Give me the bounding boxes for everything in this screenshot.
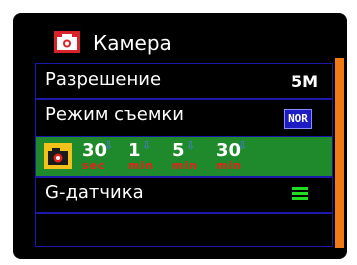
camera-icon (54, 31, 80, 53)
burst-camera-icon (44, 143, 72, 169)
option-number: 1 (128, 140, 141, 161)
menu-item-shooting-mode[interactable]: Режим съемки NOR (35, 98, 333, 138)
option-number: 5 (172, 140, 185, 161)
burst-option-30min[interactable]: 30 ⇩ min (216, 139, 256, 173)
nor-badge-icon: NOR (284, 109, 312, 129)
menu-item-burst-interval[interactable]: 30 ⇩ sec 1 ⇩ min 5 ⇩ min 30 ⇩ min (35, 136, 333, 178)
down-arrow-icon: ⇩ (142, 139, 152, 152)
scrollbar[interactable] (335, 58, 344, 248)
menu-header: Камера (13, 13, 347, 55)
menu-item-resolution[interactable]: Разрешение 5M (35, 63, 333, 100)
option-unit: min (128, 159, 155, 172)
option-unit: min (216, 159, 243, 172)
menu-item-g-sensor[interactable]: G-датчика (35, 176, 333, 214)
settings-menu: Разрешение 5M Режим съемки NOR 30 ⇩ sec (35, 63, 333, 247)
menu-item-empty[interactable] (35, 212, 333, 247)
burst-option-1min[interactable]: 1 ⇩ min (128, 139, 168, 173)
menu-item-label: G-датчика (45, 182, 144, 203)
page-title: Камера (93, 31, 172, 55)
burst-option-30sec[interactable]: 30 ⇩ sec (82, 139, 122, 173)
option-unit: sec (82, 159, 106, 172)
resolution-value: 5M (290, 72, 318, 91)
down-arrow-icon: ⇩ (104, 139, 114, 152)
down-arrow-icon: ⇩ (238, 139, 248, 152)
menu-item-label: Разрешение (45, 69, 162, 90)
g-sensor-level-icon (292, 187, 308, 201)
option-unit: min (172, 159, 199, 172)
down-arrow-icon: ⇩ (186, 139, 196, 152)
camera-settings-screen: Камера Разрешение 5M Режим съемки NOR 30… (13, 13, 347, 259)
menu-item-label: Режим съемки (45, 104, 184, 125)
burst-option-5min[interactable]: 5 ⇩ min (172, 139, 212, 173)
